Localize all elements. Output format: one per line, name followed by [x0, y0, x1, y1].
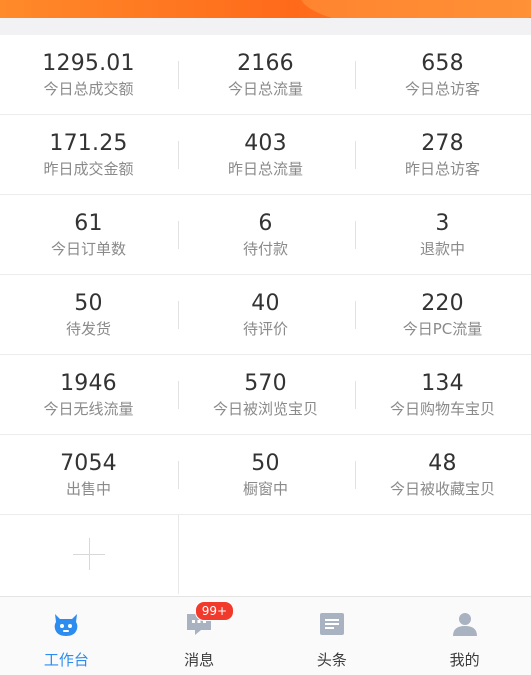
stat-label: 今日被浏览宝贝 — [212, 399, 318, 418]
stat-refunding[interactable]: 3 退款中 — [354, 195, 531, 274]
banner-gap — [0, 18, 531, 35]
tab-headlines[interactable]: 头条 — [266, 597, 399, 675]
stat-today-total-visitors[interactable]: 658 今日总访客 — [354, 35, 531, 114]
workbench-icon — [51, 609, 81, 639]
add-widget-row — [0, 515, 531, 594]
stat-today-items-viewed[interactable]: 570 今日被浏览宝贝 — [177, 355, 354, 434]
stats-row: 1946 今日无线流量 570 今日被浏览宝贝 134 今日购物车宝贝 — [0, 355, 531, 435]
stat-label: 橱窗中 — [242, 479, 288, 498]
stat-value: 1295.01 — [42, 50, 135, 76]
add-widget-button[interactable] — [0, 515, 177, 594]
stat-label: 待付款 — [242, 239, 288, 258]
bottom-tab-bar: 工作台 99+ 消息 头条 我的 — [0, 596, 531, 675]
headlines-icon — [317, 609, 347, 639]
stat-label: 今日购物车宝贝 — [389, 399, 495, 418]
stat-today-total-traffic[interactable]: 2166 今日总流量 — [177, 35, 354, 114]
tab-profile[interactable]: 我的 — [398, 597, 531, 675]
stat-value: 50 — [251, 450, 280, 476]
stat-value: 2166 — [237, 50, 294, 76]
stat-value: 48 — [428, 450, 457, 476]
stat-today-pc-traffic[interactable]: 220 今日PC流量 — [354, 275, 531, 354]
stat-today-items-favorited[interactable]: 48 今日被收藏宝贝 — [354, 435, 531, 514]
stat-value: 61 — [74, 210, 103, 236]
stat-yesterday-traffic[interactable]: 403 昨日总流量 — [177, 115, 354, 194]
stat-value: 570 — [244, 370, 287, 396]
tab-workbench[interactable]: 工作台 — [0, 597, 133, 675]
stats-row: 1295.01 今日总成交额 2166 今日总流量 658 今日总访客 — [0, 35, 531, 115]
tab-label: 消息 — [184, 651, 215, 669]
stat-value: 171.25 — [49, 130, 128, 156]
stat-pending-payment[interactable]: 6 待付款 — [177, 195, 354, 274]
stats-grid: 1295.01 今日总成交额 2166 今日总流量 658 今日总访客 171.… — [0, 35, 531, 594]
stats-row: 61 今日订单数 6 待付款 3 退款中 — [0, 195, 531, 275]
stat-label: 今日总流量 — [227, 79, 303, 98]
stat-label: 昨日成交金额 — [43, 159, 134, 178]
stat-value: 6 — [258, 210, 273, 236]
stat-label: 今日总成交额 — [43, 79, 134, 98]
stat-value: 278 — [421, 130, 464, 156]
tab-label: 头条 — [316, 651, 347, 669]
stats-row: 7054 出售中 50 橱窗中 48 今日被收藏宝贝 — [0, 435, 531, 515]
tab-messages[interactable]: 99+ 消息 — [133, 597, 266, 675]
stat-pending-shipment[interactable]: 50 待发货 — [0, 275, 177, 354]
stat-label: 今日被收藏宝贝 — [389, 479, 495, 498]
stat-on-sale[interactable]: 7054 出售中 — [0, 435, 177, 514]
stat-value: 40 — [251, 290, 280, 316]
stat-label: 退款中 — [419, 239, 465, 258]
stat-today-orders[interactable]: 61 今日订单数 — [0, 195, 177, 274]
stat-label: 出售中 — [65, 479, 111, 498]
stat-label: 今日PC流量 — [402, 319, 483, 338]
stat-label: 今日订单数 — [50, 239, 126, 258]
tab-label: 工作台 — [43, 651, 89, 669]
stat-value: 220 — [421, 290, 464, 316]
stat-label: 待发货 — [65, 319, 111, 338]
stat-yesterday-sales[interactable]: 171.25 昨日成交金额 — [0, 115, 177, 194]
stat-label: 昨日总访客 — [404, 159, 480, 178]
stat-label: 昨日总流量 — [227, 159, 303, 178]
profile-icon — [450, 609, 480, 639]
stat-today-cart-items[interactable]: 134 今日购物车宝贝 — [354, 355, 531, 434]
stat-label: 今日无线流量 — [43, 399, 134, 418]
stat-label: 待评价 — [242, 319, 288, 338]
stat-label: 今日总访客 — [404, 79, 480, 98]
unread-badge: 99+ — [194, 601, 235, 621]
stat-today-total-sales[interactable]: 1295.01 今日总成交额 — [0, 35, 177, 114]
stat-yesterday-visitors[interactable]: 278 昨日总访客 — [354, 115, 531, 194]
stat-value: 7054 — [60, 450, 117, 476]
stats-row: 50 待发货 40 待评价 220 今日PC流量 — [0, 275, 531, 355]
stat-value: 658 — [421, 50, 464, 76]
stat-today-wireless-traffic[interactable]: 1946 今日无线流量 — [0, 355, 177, 434]
stat-value: 1946 — [60, 370, 117, 396]
top-banner — [0, 0, 531, 18]
stat-value: 403 — [244, 130, 287, 156]
stat-value: 134 — [421, 370, 464, 396]
stat-value: 50 — [74, 290, 103, 316]
stats-row: 171.25 昨日成交金额 403 昨日总流量 278 昨日总访客 — [0, 115, 531, 195]
stat-pending-review[interactable]: 40 待评价 — [177, 275, 354, 354]
tab-label: 我的 — [449, 651, 480, 669]
stat-in-showcase[interactable]: 50 橱窗中 — [177, 435, 354, 514]
stat-value: 3 — [435, 210, 450, 236]
